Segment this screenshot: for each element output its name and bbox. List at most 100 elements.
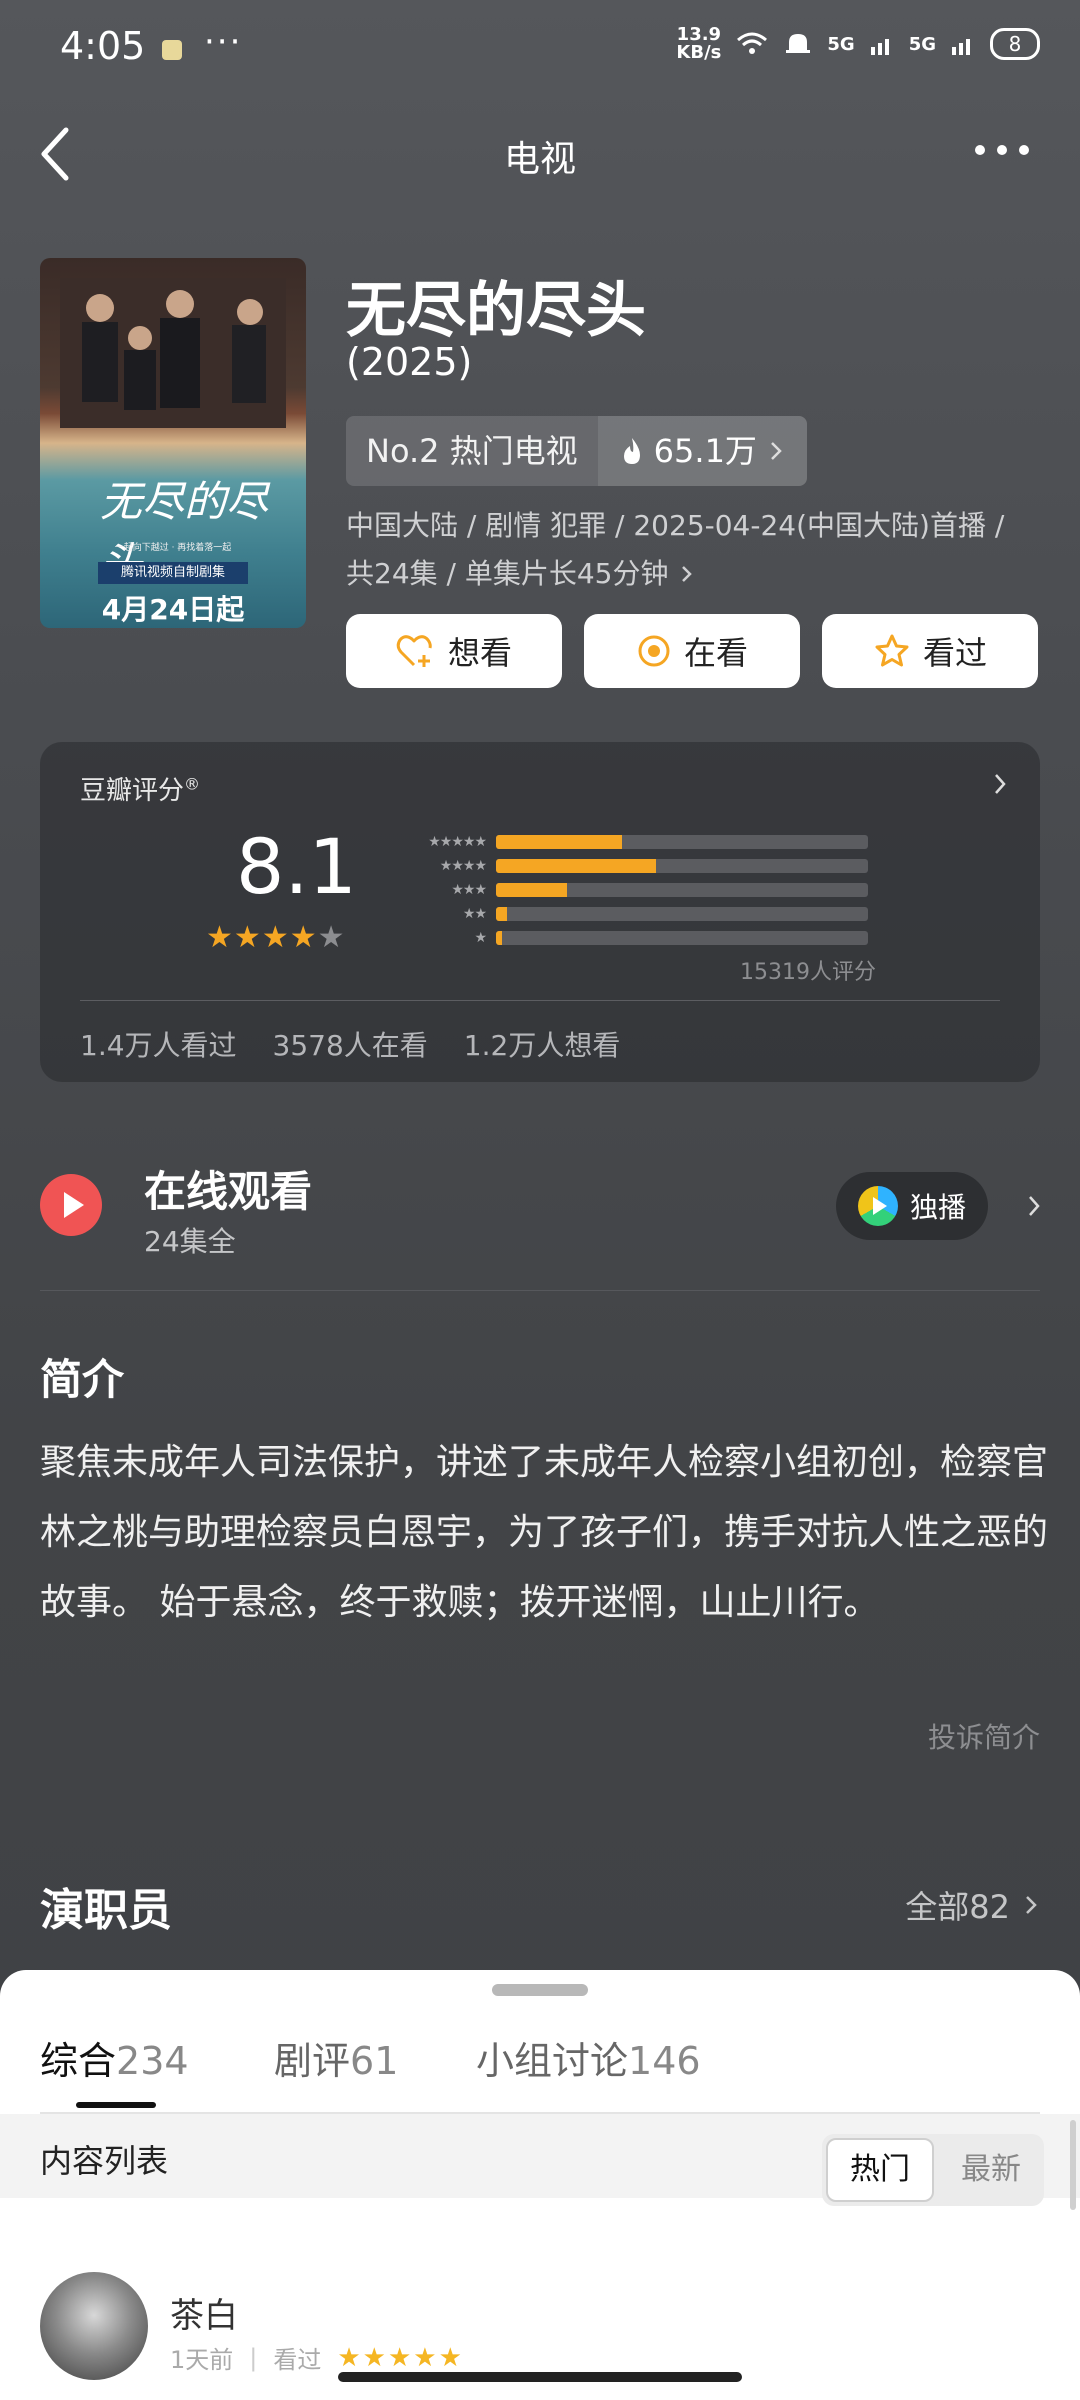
rating-card[interactable]: 豆瓣评分® 8.1 ★★★★★ ★★★★★ ★★★★ ★★★ ★★ ★ 15319人评分… [40, 742, 1040, 1082]
rating-label: 豆瓣评分® [80, 770, 200, 807]
poster-image[interactable]: 无尽的尽头 一起向下越过 · 再找着落一起 腾讯视频自制剧集 4月24日起 [40, 258, 306, 628]
status-bar: 4:05 ··· 13.9 KB/s 5G 5G 8 [0, 0, 1080, 96]
rating-bar-fill [496, 883, 567, 897]
tab-overall-count: 234 [116, 2039, 189, 2083]
poster-cast-figures [60, 278, 286, 428]
poster-date: 4月24日起 [101, 593, 245, 626]
rating-bar-track [496, 859, 868, 873]
rating-count: 15319人评分 [740, 960, 876, 985]
exclusive-label: 独播 [909, 1191, 966, 1224]
rating-stats: 1.4万人看过 3578人在看 1.2万人想看 [80, 1024, 620, 1064]
online-watch-episodes: 24集全 [144, 1225, 236, 1258]
watched-button[interactable]: 看过 [822, 614, 1038, 688]
rating-bar-track [496, 931, 868, 945]
user-name[interactable]: 茶白 [170, 2288, 238, 2337]
sort-new-button[interactable]: 最新 [942, 2138, 1040, 2202]
user-meta: 1天前 | 看过 ★★★★★ [170, 2340, 464, 2375]
rating-score: 8.1 [236, 822, 357, 911]
user-action: 看过 [273, 2346, 322, 2374]
tab-reviews[interactable]: 剧评61 [274, 2030, 398, 2085]
tab-group-discussion[interactable]: 小组讨论146 [476, 2030, 701, 2085]
poster-badge: 腾讯视频自制剧集 [98, 562, 248, 584]
watched-label: 看过 [922, 634, 987, 672]
rating-bar-fill [496, 859, 656, 873]
tab-overall[interactable]: 综合234 [40, 2030, 189, 2085]
more-options-icon[interactable] [972, 140, 1032, 160]
content-list-heading: 内容列表 [40, 2142, 169, 2180]
cast-all-link[interactable]: 全部82 [905, 1882, 1040, 1928]
page-title: 电视 [503, 139, 576, 180]
rating-distribution: ★★★★★ ★★★★ ★★★ ★★ ★ [396, 830, 916, 950]
online-watch-title[interactable]: 在线观看 [144, 1158, 312, 1219]
show-meta[interactable]: 中国大陆 / 剧情 犯罪 / 2025-04-24(中国大陆)首播 / 共24集… [346, 502, 1046, 598]
net-speed: 13.9 KB/s [676, 26, 721, 62]
chevron-right-icon [995, 774, 1006, 794]
tab-group-count: 146 [628, 2039, 701, 2083]
cast-all-label: 全部82 [905, 1888, 1010, 1926]
meta-line-2: 共24集 / 单集片长45分钟 [346, 557, 669, 590]
heart-plus-icon [396, 635, 432, 667]
meta-separator: | [249, 2343, 258, 2372]
synopsis-heading: 简介 [40, 1355, 125, 1404]
watching-button[interactable]: 在看 [584, 614, 800, 688]
stat-watching: 3578人在看 [272, 1029, 428, 1062]
star-filled-icon: ★ [206, 920, 234, 955]
rating-stars: ★★★★★ [206, 920, 346, 955]
stat-want: 1.2万人想看 [463, 1029, 621, 1062]
chevron-right-icon [771, 442, 782, 460]
meta-line-1: 中国大陆 / 剧情 犯罪 / 2025-04-24(中国大陆)首播 / [346, 509, 1005, 542]
flame-icon [623, 438, 640, 464]
star-icon [875, 634, 909, 667]
sort-hot-button[interactable]: 热门 [826, 2138, 934, 2202]
exclusive-platform-button[interactable]: 独播 [836, 1172, 988, 1240]
avatar[interactable] [40, 2272, 148, 2380]
rating-bar-stars-icon: ★★★ [451, 882, 487, 898]
meta-line-2-wrap: 共24集 / 单集片长45分钟 [346, 550, 1046, 598]
rating-bar-fill [496, 931, 502, 945]
watching-target-icon [638, 635, 670, 667]
rating-bar-track [496, 835, 868, 849]
show-title: 无尽的尽头 [346, 276, 646, 346]
battery-icon: 8 [990, 28, 1040, 60]
active-tab-indicator [76, 2102, 156, 2108]
rank-badge[interactable]: No.2 热门电视 65.1万 [346, 416, 807, 486]
signal-5g-1: 5G [827, 33, 855, 55]
stat-watched: 1.4万人看过 [80, 1029, 237, 1062]
home-indicator[interactable] [338, 2372, 742, 2382]
section-divider [40, 1290, 1040, 1291]
scrollbar[interactable] [1070, 2120, 1076, 2210]
report-synopsis-link[interactable]: 投诉简介 [928, 1716, 1040, 1756]
rating-bar-row: ★ [396, 926, 916, 950]
rating-bar-row: ★★★★★ [396, 830, 916, 854]
discussion-sheet[interactable]: 综合234 剧评61 小组讨论146 内容列表 热门 最新 茶白 1天前 | 看… [0, 1970, 1080, 2400]
user-rating-stars: ★★★★★ [337, 2342, 464, 2373]
chevron-right-icon [681, 566, 692, 582]
wifi-icon [737, 32, 768, 54]
heat-box: 65.1万 [597, 416, 807, 486]
tab-group-label: 小组讨论 [476, 2039, 629, 2083]
status-right: 13.9 KB/s 5G 5G 8 [676, 26, 1040, 62]
heat-value: 65.1万 [653, 432, 757, 470]
star-filled-icon: ★ [233, 920, 262, 955]
signal-bars-1-icon [870, 39, 889, 55]
star-filled-icon: ★ [289, 920, 318, 955]
rating-bar-fill [496, 907, 508, 921]
watching-label: 在看 [683, 634, 748, 672]
rating-bar-stars-icon: ★★★★★ [428, 834, 487, 850]
sheet-drag-handle[interactable] [492, 1984, 588, 1996]
rating-bar-track [496, 907, 868, 921]
synopsis-body: 聚焦未成年人司法保护，讲述了未成年人检察小组初创，检察官林之桃与助理检察员白恩宇… [40, 1442, 1049, 1623]
cast-heading: 演职员 [40, 1885, 172, 1936]
chevron-right-icon[interactable] [1024, 1190, 1044, 1222]
signal-bars-2-icon [952, 39, 970, 55]
rating-bar-stars-icon: ★★ [462, 906, 487, 922]
want-to-watch-button[interactable]: 想看 [346, 614, 562, 688]
rating-bar-row: ★★★★ [396, 854, 916, 878]
rating-bar-stars-icon: ★ [474, 930, 487, 946]
status-time: 4:05 [60, 24, 146, 68]
chevron-right-icon [1026, 1896, 1037, 1914]
rating-divider [80, 1000, 1000, 1001]
sort-toggle: 热门 最新 [822, 2134, 1044, 2206]
tab-reviews-count: 61 [350, 2039, 399, 2083]
play-icon[interactable] [40, 1174, 102, 1236]
